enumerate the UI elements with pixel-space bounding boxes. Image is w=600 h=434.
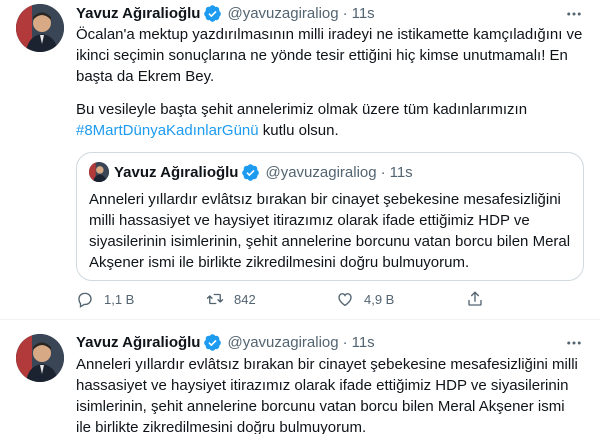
retweet-count: 842: [234, 291, 256, 307]
tweet-text-line: milli hassasiyet ve haysiyet itirazımız …: [89, 212, 530, 229]
more-options-icon[interactable]: [564, 4, 584, 24]
author-handle[interactable]: @yavuzagiraliog: [227, 334, 338, 351]
author-handle: @yavuzagiraliog: [265, 163, 377, 181]
tweet-text-line: Bu vesileyle başta şehit annelerimiz olm…: [76, 101, 528, 118]
timestamp[interactable]: 11s: [352, 5, 375, 22]
separator-dot: ·: [342, 333, 348, 351]
tweet-text-line: #8MartDünyaKadınlarGünü kutlu olsun.: [76, 120, 586, 141]
avatar[interactable]: [16, 4, 64, 52]
tweet-text-line: siyasilerinin isimlerinin, şehit anneler…: [89, 233, 571, 250]
tweet-actions: 1,1 B 842 4,9 B: [76, 288, 586, 310]
tweet-text-line: Akşener ismi ile birlikte zikredilmesini…: [89, 254, 470, 271]
tweet[interactable]: Yavuz Ağıralioğlu @yavuzagiraliog · 11s …: [0, 0, 600, 320]
like-button[interactable]: 4,9 B: [336, 290, 466, 308]
quoted-tweet-header: Yavuz Ağıralioğlu @yavuzagiraliog · 11s: [89, 161, 413, 183]
tweet-header: Yavuz Ağıralioğlu @yavuzagiraliog · 11s: [76, 2, 375, 24]
reply-icon: [78, 292, 92, 308]
like-count: 4,9 B: [364, 291, 395, 307]
separator-dot: ·: [342, 4, 348, 22]
retweet-button[interactable]: 842: [206, 290, 336, 308]
tweet-header: Yavuz Ağıralioğlu @yavuzagiraliog · 11s: [76, 331, 375, 353]
author-name[interactable]: Yavuz Ağıralioğlu: [76, 5, 200, 22]
tweet-text-line: ile birlikte zikredilmesini doğru bulmuy…: [76, 419, 367, 434]
author-name[interactable]: Yavuz Ağıralioğlu: [76, 334, 200, 351]
tweet-text: Bu vesileyle başta şehit annelerimiz olm…: [76, 99, 586, 141]
verified-badge-icon: [203, 333, 222, 352]
tweet-text-line: hassasiyet ve haysiyet itirazımız olarak…: [76, 377, 569, 394]
quoted-tweet-text: Anneleri yıllardır evlâtsız bırakan bir …: [89, 189, 579, 273]
tweet-text-line: başta da Ekrem Bey.: [76, 68, 215, 85]
author-handle[interactable]: @yavuzagiraliog: [227, 5, 338, 22]
author-name: Yavuz Ağıralioğlu: [114, 163, 239, 181]
share-icon: [468, 291, 482, 306]
tweet-text-line: ikinci seçimin sonuçlarına ne yönde tesi…: [76, 47, 568, 64]
tweet-text-line: Anneleri yıllardır evlâtsız bırakan bir …: [89, 191, 561, 208]
share-button[interactable]: [466, 290, 494, 308]
tweet-text-fragment: kutlu olsun.: [258, 122, 339, 139]
quoted-tweet[interactable]: Yavuz Ağıralioğlu @yavuzagiraliog · 11s …: [76, 152, 584, 281]
avatar[interactable]: [16, 334, 64, 382]
timestamp: 11s: [389, 163, 413, 181]
tweet-text: Öcalan'a mektup yazdırılmasının milli ir…: [76, 24, 586, 87]
tweet-text: Anneleri yıllardır evlâtsız bırakan bir …: [76, 354, 586, 434]
reply-button[interactable]: 1,1 B: [76, 290, 206, 308]
heart-icon: [338, 293, 352, 307]
retweet-icon: [206, 293, 224, 305]
tweet-text-line: isimlerinin, şehit annelerine borcunu va…: [76, 398, 565, 415]
timestamp[interactable]: 11s: [352, 334, 375, 351]
verified-badge-icon: [241, 163, 260, 182]
tweet-text-line: Anneleri yıllardır evlâtsız bırakan bir …: [76, 356, 578, 373]
more-options-icon[interactable]: [564, 333, 584, 353]
reply-count: 1,1 B: [104, 291, 135, 307]
separator-dot: ·: [380, 163, 386, 181]
tweet-text-line: Öcalan'a mektup yazdırılmasının milli ir…: [76, 26, 583, 43]
verified-badge-icon: [203, 4, 222, 23]
hashtag-link[interactable]: #8MartDünyaKadınlarGünü: [76, 122, 259, 139]
tweet[interactable]: Yavuz Ağıralioğlu @yavuzagiraliog · 11s …: [0, 320, 600, 434]
avatar: [89, 162, 109, 182]
